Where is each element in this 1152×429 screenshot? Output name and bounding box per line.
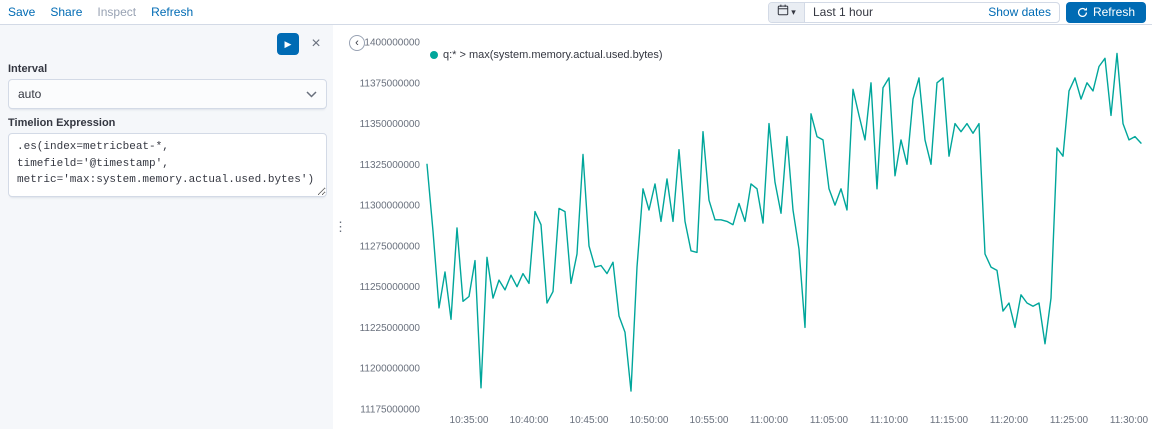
caret-down-icon: ▾ <box>791 6 796 17</box>
refresh-button-label: Refresh <box>1092 5 1135 19</box>
interval-select-value: auto <box>18 87 42 101</box>
resize-handle-icon: ⋮ <box>334 219 347 234</box>
svg-text:11350000000: 11350000000 <box>360 119 421 130</box>
legend-series-label: q:* > max(system.memory.actual.used.byte… <box>443 49 663 61</box>
svg-text:11375000000: 11375000000 <box>360 78 421 89</box>
panel-resizer[interactable]: ⋮ <box>333 25 348 429</box>
svg-text:11:25:00: 11:25:00 <box>1050 415 1089 426</box>
timelion-expression-input[interactable]: .es(index=metricbeat-*, timefield='@time… <box>8 133 327 197</box>
calendar-icon <box>777 3 789 21</box>
time-range-display[interactable]: Last 1 hour <box>805 5 980 19</box>
svg-text:11200000000: 11200000000 <box>360 364 421 375</box>
timelion-editor-panel: ▶ × Interval auto Timelion Expression .e… <box>0 25 333 429</box>
interval-select[interactable]: auto <box>8 79 327 109</box>
svg-text:11:30:00: 11:30:00 <box>1110 415 1149 426</box>
svg-text:11:20:00: 11:20:00 <box>990 415 1029 426</box>
svg-text:11:00:00: 11:00:00 <box>750 415 789 426</box>
collapse-left-icon: ‹ <box>355 36 359 49</box>
refresh-link[interactable]: Refresh <box>151 5 193 19</box>
chart-area: ‹ q:* > max(system.memory.actual.used.by… <box>348 25 1152 429</box>
date-quick-select-button[interactable]: ▾ <box>768 2 805 22</box>
show-dates-button[interactable]: Show dates <box>980 5 1059 19</box>
close-panel-button[interactable]: × <box>305 33 327 55</box>
refresh-icon <box>1077 6 1088 18</box>
run-expression-button[interactable]: ▶ <box>277 33 299 55</box>
svg-text:11325000000: 11325000000 <box>360 160 421 171</box>
save-link[interactable]: Save <box>8 5 35 19</box>
share-link[interactable]: Share <box>50 5 82 19</box>
refresh-button[interactable]: Refresh <box>1065 1 1146 23</box>
chevron-down-icon <box>306 90 317 98</box>
top-nav: Save Share Inspect Refresh <box>8 5 193 19</box>
chart-legend[interactable]: q:* > max(system.memory.actual.used.byte… <box>430 49 663 61</box>
svg-text:11250000000: 11250000000 <box>360 282 421 293</box>
expression-label: Timelion Expression <box>8 117 116 129</box>
svg-text:11:05:00: 11:05:00 <box>810 415 849 426</box>
legend-series-dot <box>430 51 438 59</box>
collapse-panel-button[interactable]: ‹ <box>349 35 365 51</box>
close-icon: × <box>311 35 321 52</box>
svg-text:11275000000: 11275000000 <box>360 241 421 252</box>
svg-text:10:35:00: 10:35:00 <box>450 415 489 426</box>
interval-label: Interval <box>8 63 48 75</box>
top-bar: Save Share Inspect Refresh ▾ Last 1 hour… <box>0 0 1152 25</box>
date-picker-controls: ▾ Last 1 hour Show dates Refresh <box>767 1 1146 23</box>
svg-text:10:50:00: 10:50:00 <box>630 415 669 426</box>
svg-text:11:10:00: 11:10:00 <box>870 415 909 426</box>
svg-text:11300000000: 11300000000 <box>360 201 421 212</box>
main-content: ▶ × Interval auto Timelion Expression .e… <box>0 25 1152 429</box>
svg-text:10:45:00: 10:45:00 <box>570 415 609 426</box>
svg-text:11400000000: 11400000000 <box>360 38 421 49</box>
inspect-link[interactable]: Inspect <box>97 5 136 19</box>
svg-text:10:40:00: 10:40:00 <box>510 415 549 426</box>
svg-text:11175000000: 11175000000 <box>360 405 420 416</box>
super-date-picker: ▾ Last 1 hour Show dates <box>767 1 1060 23</box>
svg-text:11225000000: 11225000000 <box>360 323 421 334</box>
editor-panel-header: ▶ × <box>8 33 327 55</box>
play-icon: ▶ <box>284 38 292 49</box>
svg-text:10:55:00: 10:55:00 <box>690 415 729 426</box>
svg-text:11:15:00: 11:15:00 <box>930 415 969 426</box>
timelion-chart-canvas[interactable]: 11175000000 11200000000 11225000000 1125000… <box>348 25 1152 429</box>
